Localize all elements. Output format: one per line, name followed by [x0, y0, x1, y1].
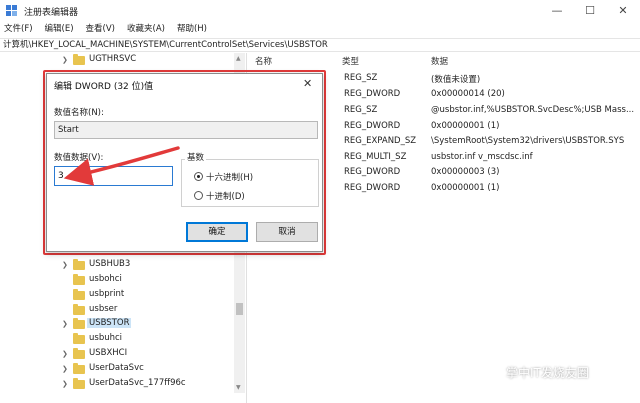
menu-file[interactable]: 文件(F) — [4, 22, 33, 36]
radio-hexadecimal[interactable] — [194, 172, 203, 181]
value-data-label: 数值数据(V): — [54, 153, 104, 163]
menu-edit[interactable]: 编辑(E) — [45, 22, 74, 36]
value-data-input[interactable]: 3 — [54, 166, 173, 186]
address-bar[interactable]: 计算机\HKEY_LOCAL_MACHINE\SYSTEM\CurrentCon… — [0, 38, 640, 52]
chevron-right-icon[interactable]: ❯ — [62, 320, 70, 328]
column-header-name[interactable]: 名称 — [255, 55, 272, 67]
maximize-button[interactable]: ☐ — [575, 2, 605, 20]
chevron-right-icon[interactable]: ❯ — [62, 365, 70, 373]
base-group-title: 基数 — [185, 151, 207, 163]
close-button[interactable]: ✕ — [608, 2, 638, 20]
tree-item-usbxhci[interactable]: ❯ USBXHCI — [0, 347, 232, 362]
folder-icon — [73, 54, 85, 65]
base-groupbox — [181, 159, 319, 207]
value-name-label: 数值名称(N): — [54, 108, 104, 118]
folder-icon — [73, 259, 85, 270]
tree-item-usbuhci[interactable]: usbuhci — [0, 332, 232, 347]
chevron-right-icon[interactable]: ❯ — [62, 380, 70, 388]
tree-item-usbohci[interactable]: usbohci — [0, 273, 232, 288]
folder-icon — [73, 274, 85, 285]
folder-icon — [73, 348, 85, 359]
folder-icon — [73, 318, 85, 329]
title-bar: 注册表编辑器 — ☐ ✕ — [0, 0, 640, 22]
edit-dword-dialog: 编辑 DWORD (32 位)值 ✕ 数值名称(N): Start 数值数据(V… — [46, 73, 323, 252]
cancel-button[interactable]: 取消 — [256, 222, 318, 242]
tree-item-usbstor[interactable]: ❯ USBSTOR — [0, 317, 232, 332]
dialog-close-button[interactable]: ✕ — [303, 77, 312, 90]
tree-item-userdatasvc[interactable]: ❯ UserDataSvc — [0, 362, 232, 377]
wechat-icon — [480, 367, 502, 380]
tree-item-usbhub3[interactable]: ❯ USBHUB3 — [0, 258, 232, 273]
scroll-down-icon[interactable]: ▼ — [236, 384, 241, 391]
menu-help[interactable]: 帮助(H) — [177, 22, 207, 36]
chevron-right-icon[interactable]: ❯ — [62, 350, 70, 358]
column-header-data[interactable]: 数据 — [431, 55, 448, 67]
chevron-right-icon[interactable]: ❯ — [62, 56, 70, 64]
menu-favorites[interactable]: 收藏夹(A) — [127, 22, 165, 36]
window-title: 注册表编辑器 — [24, 8, 79, 18]
watermark: 掌中IT发烧友圈 — [480, 364, 589, 381]
scroll-up-icon[interactable]: ▲ — [236, 55, 241, 62]
radio-decimal[interactable] — [194, 191, 203, 200]
value-name-field: Start — [54, 121, 318, 139]
column-header-type[interactable]: 类型 — [342, 55, 359, 67]
tree-item-userdatasvc-177ff96c[interactable]: ❯ UserDataSvc_177ff96c — [0, 377, 232, 392]
scrollbar-thumb[interactable] — [236, 303, 243, 315]
chevron-right-icon[interactable]: ❯ — [62, 261, 70, 269]
watermark-text: 掌中IT发烧友圈 — [506, 366, 589, 380]
radio-decimal-label[interactable]: 十进制(D) — [206, 190, 245, 202]
folder-icon — [73, 363, 85, 374]
minimize-button[interactable]: — — [542, 2, 572, 20]
folder-icon — [73, 304, 85, 315]
registry-editor-icon — [6, 5, 17, 16]
dialog-title: 编辑 DWORD (32 位)值 — [54, 82, 154, 92]
ok-button[interactable]: 确定 — [186, 222, 248, 242]
folder-icon — [73, 333, 85, 344]
radio-hexadecimal-label[interactable]: 十六进制(H) — [206, 171, 253, 183]
tree-item-usbprint[interactable]: usbprint — [0, 288, 232, 303]
folder-icon — [73, 289, 85, 300]
folder-icon — [73, 378, 85, 389]
menu-bar: 文件(F) 编辑(E) 查看(V) 收藏夹(A) 帮助(H) — [0, 22, 640, 36]
tree-item-usbser[interactable]: usbser — [0, 303, 232, 318]
tree-item-ugthrsvc[interactable]: ❯ UGTHRSVC — [0, 53, 232, 68]
menu-view[interactable]: 查看(V) — [86, 22, 115, 36]
